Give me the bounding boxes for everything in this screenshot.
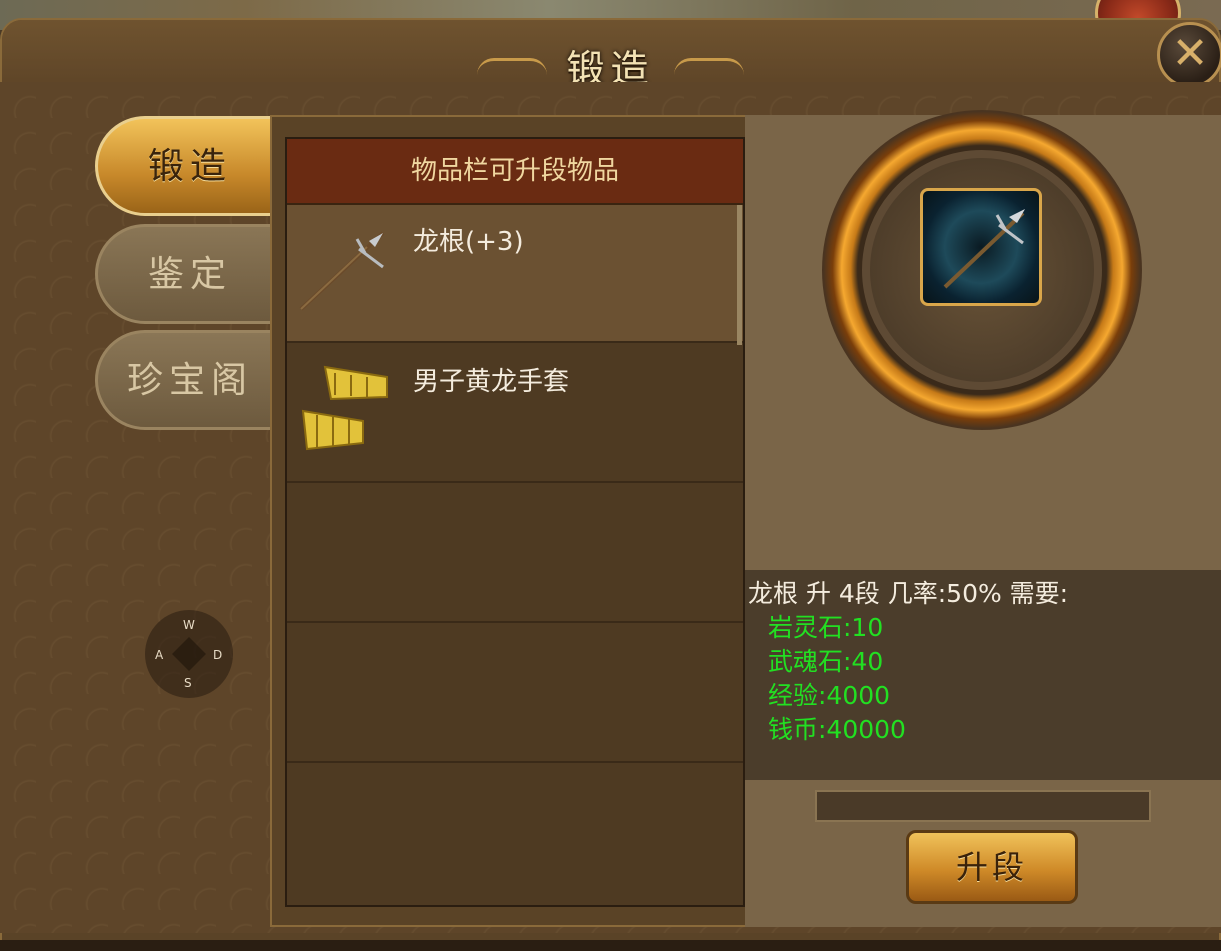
joystick-down-key: S [184, 676, 192, 690]
gauntlet-icon [301, 365, 388, 451]
tab-identify[interactable]: 鉴定 [95, 224, 285, 324]
list-item-empty[interactable] [287, 765, 743, 903]
item-name: 男子黄龙手套 [413, 367, 570, 397]
joystick-up-key: W [183, 618, 195, 632]
spear-icon [943, 209, 1025, 289]
joystick-center [172, 637, 206, 671]
list-item-empty[interactable] [287, 485, 743, 623]
close-button[interactable]: ✕ [1157, 22, 1221, 88]
item-list-header: 物品栏可升段物品 [287, 139, 743, 205]
requirement-item: 经验:4000 [768, 681, 891, 710]
close-icon: ✕ [1171, 28, 1209, 79]
item-name: 龙根(+3) [413, 227, 524, 257]
upgrade-button[interactable]: 升段 [906, 830, 1078, 904]
requirement-item: 武魂石:40 [768, 647, 884, 676]
list-scrollbar[interactable] [737, 205, 742, 345]
spear-icon [299, 231, 385, 311]
requirement-item: 岩灵石:10 [768, 613, 884, 642]
joystick-left-key: A [155, 648, 164, 662]
joystick-right-key: D [213, 648, 223, 662]
movement-joystick[interactable]: W A D S [145, 610, 233, 698]
tab-forge[interactable]: 锻造 [95, 116, 285, 216]
forge-item-slot[interactable] [920, 188, 1042, 306]
bottom-edge [0, 940, 1221, 951]
list-item[interactable]: 男子黄龙手套 [287, 345, 743, 483]
upgrade-summary: 龙根 升 4段 几率:50% 需要: [748, 579, 1069, 608]
upgrade-progress-bar [815, 790, 1151, 822]
tab-treasure[interactable]: 珍宝阁 [95, 330, 285, 430]
list-item[interactable]: 龙根(+3) [287, 205, 743, 343]
list-item-empty[interactable] [287, 625, 743, 763]
title-ornament-right [674, 58, 744, 75]
requirement-item: 钱币:40000 [768, 715, 906, 744]
